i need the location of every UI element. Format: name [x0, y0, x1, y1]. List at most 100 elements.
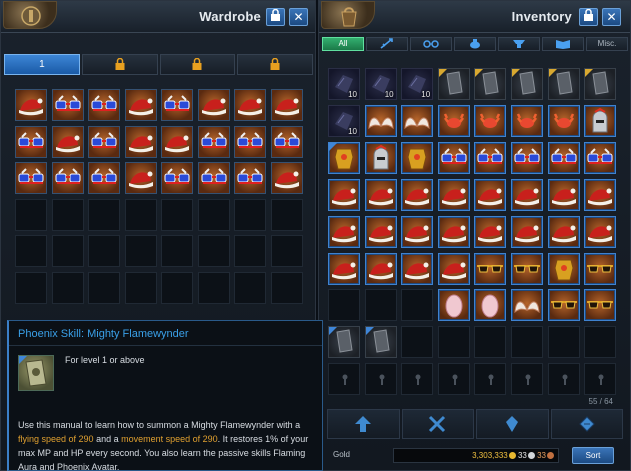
- empty-slot[interactable]: [401, 289, 434, 322]
- glasses-item-slot[interactable]: [437, 141, 470, 174]
- empty-slot[interactable]: [197, 271, 230, 304]
- hat-item-slot[interactable]: [270, 89, 303, 121]
- hat-item-slot[interactable]: [364, 215, 397, 248]
- hat-item-slot[interactable]: [270, 162, 303, 194]
- glasses-item-slot[interactable]: [197, 162, 230, 194]
- empty-slot[interactable]: [51, 271, 84, 304]
- empty-slot[interactable]: [364, 289, 397, 322]
- glasses-gold-item-slot[interactable]: [584, 252, 617, 285]
- egg-item-slot[interactable]: [474, 289, 507, 322]
- locked-slot[interactable]: [474, 363, 507, 396]
- tab-consumables[interactable]: [454, 37, 496, 51]
- tab-accessories[interactable]: [410, 37, 452, 51]
- empty-slot[interactable]: [474, 326, 507, 359]
- crab-item-slot[interactable]: [547, 104, 580, 137]
- tab-all[interactable]: All: [322, 37, 364, 51]
- locked-slot[interactable]: [511, 363, 543, 396]
- hat-item-slot[interactable]: [124, 125, 157, 158]
- combine-button[interactable]: [476, 409, 549, 439]
- lock-window-button[interactable]: [579, 8, 598, 26]
- wings-item-slot[interactable]: [401, 104, 434, 137]
- empty-slot[interactable]: [270, 198, 303, 231]
- glasses-item-slot[interactable]: [88, 125, 120, 158]
- wardrobe-tab-4[interactable]: [237, 54, 313, 75]
- glasses-item-slot[interactable]: [197, 125, 230, 158]
- empty-slot[interactable]: [51, 198, 84, 231]
- hat-item-slot[interactable]: [51, 125, 84, 158]
- hat-item-slot[interactable]: [401, 252, 434, 285]
- glasses-item-slot[interactable]: [88, 162, 120, 194]
- hat-item-slot[interactable]: [234, 89, 266, 121]
- wardrobe-titlebar[interactable]: Wardrobe ✕: [1, 1, 315, 33]
- stack-item-slot[interactable]: 10: [401, 68, 434, 100]
- empty-slot[interactable]: [88, 271, 120, 304]
- hat-item-slot[interactable]: [474, 178, 507, 211]
- empty-slot[interactable]: [161, 235, 193, 267]
- locked-slot[interactable]: [547, 363, 580, 396]
- hat-item-slot[interactable]: [437, 215, 470, 248]
- empty-slot[interactable]: [234, 271, 266, 304]
- hat-item-slot[interactable]: [547, 178, 580, 211]
- hat-item-slot[interactable]: [547, 215, 580, 248]
- stack-item-slot[interactable]: 10: [328, 68, 360, 100]
- glasses-item-slot[interactable]: [234, 162, 266, 194]
- empty-slot[interactable]: [51, 235, 84, 267]
- empty-slot[interactable]: [161, 271, 193, 304]
- extract-button[interactable]: [550, 409, 623, 439]
- glasses-item-slot[interactable]: [88, 89, 120, 121]
- glasses-gold-item-slot[interactable]: [474, 252, 507, 285]
- hat-item-slot[interactable]: [328, 252, 360, 285]
- glasses-item-slot[interactable]: [15, 125, 47, 158]
- hat-item-slot[interactable]: [511, 215, 543, 248]
- book-item-slot[interactable]: [584, 68, 617, 100]
- empty-slot[interactable]: [197, 198, 230, 231]
- wardrobe-tab-3[interactable]: [159, 54, 236, 75]
- stack-item-slot[interactable]: 10: [364, 68, 397, 100]
- lock-window-button[interactable]: [266, 8, 285, 26]
- wardrobe-tab-1[interactable]: 1: [4, 54, 80, 75]
- hat-item-slot[interactable]: [364, 178, 397, 211]
- crab-item-slot[interactable]: [511, 104, 543, 137]
- book-item-slot[interactable]: [364, 326, 397, 359]
- wings-item-slot[interactable]: [511, 289, 543, 322]
- hat-item-slot[interactable]: [328, 178, 360, 211]
- hat-item-slot[interactable]: [328, 215, 360, 248]
- book-item-slot[interactable]: [547, 68, 580, 100]
- tab-quest[interactable]: [542, 37, 584, 51]
- close-wardrobe-button[interactable]: ✕: [289, 8, 308, 26]
- hat-item-slot[interactable]: [437, 252, 470, 285]
- tab-crafting[interactable]: [498, 37, 540, 51]
- empty-slot[interactable]: [234, 198, 266, 231]
- egg-item-slot[interactable]: [437, 289, 470, 322]
- locked-slot[interactable]: [584, 363, 617, 396]
- empty-slot[interactable]: [124, 235, 157, 267]
- empty-slot[interactable]: [547, 326, 580, 359]
- empty-slot[interactable]: [437, 326, 470, 359]
- glasses-item-slot[interactable]: [15, 162, 47, 194]
- locked-slot[interactable]: [364, 363, 397, 396]
- inventory-titlebar[interactable]: Inventory ✕: [319, 1, 630, 33]
- empty-slot[interactable]: [124, 271, 157, 304]
- empty-slot[interactable]: [401, 326, 434, 359]
- hat-item-slot[interactable]: [15, 89, 47, 121]
- stack-item-slot[interactable]: 10: [328, 104, 360, 137]
- upgrade-button[interactable]: [327, 409, 400, 439]
- book-item-slot[interactable]: [437, 68, 470, 100]
- glasses-gold-item-slot[interactable]: [584, 289, 617, 322]
- empty-slot[interactable]: [328, 289, 360, 322]
- dismantle-button[interactable]: [401, 409, 474, 439]
- close-inventory-button[interactable]: ✕: [602, 8, 621, 26]
- glasses-item-slot[interactable]: [161, 89, 193, 121]
- empty-slot[interactable]: [15, 198, 47, 231]
- glasses-item-slot[interactable]: [584, 141, 617, 174]
- book-item-slot[interactable]: [474, 68, 507, 100]
- empty-slot[interactable]: [584, 326, 617, 359]
- empty-slot[interactable]: [161, 198, 193, 231]
- glasses-gold-item-slot[interactable]: [511, 252, 543, 285]
- hat-item-slot[interactable]: [161, 125, 193, 158]
- glasses-item-slot[interactable]: [474, 141, 507, 174]
- hat-item-slot[interactable]: [364, 252, 397, 285]
- hat-item-slot[interactable]: [197, 89, 230, 121]
- locked-slot[interactable]: [437, 363, 470, 396]
- hat-item-slot[interactable]: [474, 215, 507, 248]
